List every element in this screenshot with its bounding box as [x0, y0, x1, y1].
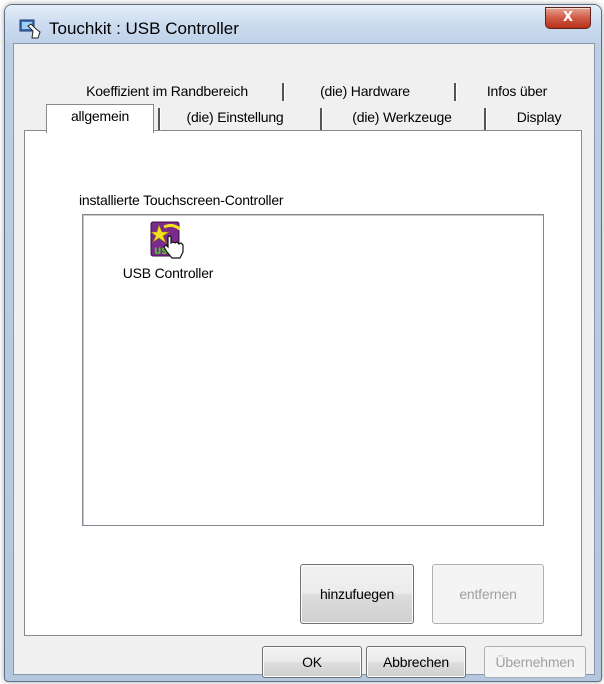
installed-controllers-label: installierte Touchscreen-Controller — [79, 192, 284, 208]
list-item-usb-controller[interactable]: USB USB Controller — [113, 221, 223, 291]
tab-werkzeuge[interactable]: (die) Werkzeuge — [332, 106, 472, 128]
dialog-window: Touchkit : USB Controller X Koeffizient … — [4, 4, 602, 682]
tab-separator — [158, 108, 161, 130]
cancel-button[interactable]: Abbrechen — [366, 646, 466, 678]
usb-controller-icon: USB — [150, 221, 184, 259]
apply-button[interactable]: Übernehmen — [484, 646, 586, 678]
close-button[interactable]: X — [545, 7, 591, 29]
title-bar[interactable]: Touchkit : USB Controller X — [5, 5, 601, 43]
controller-list[interactable]: USB USB Controller — [82, 214, 544, 526]
tab-separator — [454, 83, 457, 101]
tab-infos[interactable]: Infos über — [474, 80, 560, 102]
remove-button[interactable]: entfernen — [432, 564, 544, 624]
touchkit-app-icon — [19, 19, 41, 39]
ok-button[interactable]: OK — [262, 646, 362, 678]
tab-hardware[interactable]: (die) Hardware — [300, 80, 430, 102]
tab-allgemein[interactable]: allgemein — [46, 104, 154, 133]
tab-separator — [282, 83, 285, 101]
dialog-client-area: Koeffizient im Randbereich (die) Hardwar… — [13, 43, 595, 678]
close-icon: X — [562, 10, 574, 25]
tab-separator — [320, 108, 323, 130]
list-item-label: USB Controller — [122, 265, 214, 281]
add-button[interactable]: hinzufuegen — [300, 564, 414, 624]
tab-display[interactable]: Display — [502, 106, 576, 128]
window-title: Touchkit : USB Controller — [49, 19, 239, 38]
tab-koeffizient[interactable]: Koeffizient im Randbereich — [68, 80, 266, 102]
tab-einstellung[interactable]: (die) Einstellung — [170, 106, 300, 128]
tab-separator — [484, 108, 487, 130]
